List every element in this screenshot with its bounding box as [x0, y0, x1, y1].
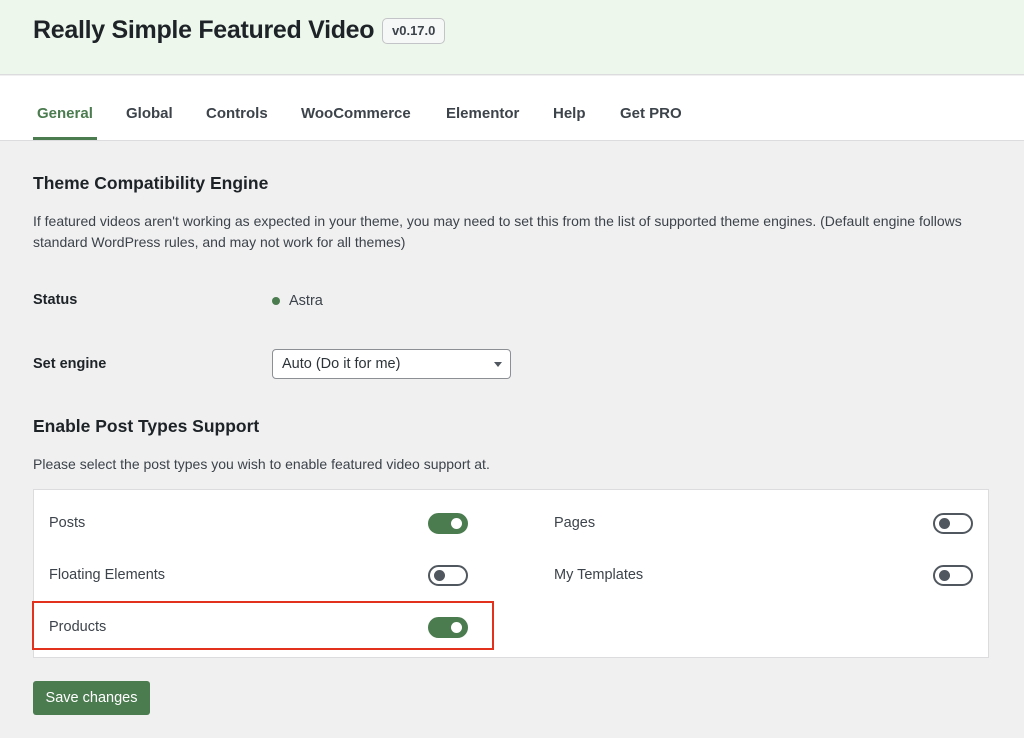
post-types-heading: Enable Post Types Support	[33, 416, 260, 436]
theme-engine-description: If featured videos aren't working as exp…	[33, 213, 962, 250]
tab-controls[interactable]: Controls	[206, 76, 268, 140]
status-label: Status	[33, 292, 78, 308]
tab-get-pro[interactable]: Get PRO	[620, 76, 682, 140]
post-type-label-floating-elements: Floating Elements	[49, 567, 166, 583]
tab-elementor[interactable]: Elementor	[446, 76, 519, 140]
post-type-label-my-templates: My Templates	[554, 567, 644, 583]
toggle-posts[interactable]	[428, 513, 468, 534]
post-type-label-posts: Posts	[49, 515, 86, 531]
engine-select[interactable]: Auto (Do it for me)	[272, 349, 511, 379]
toggle-knob	[434, 570, 445, 581]
page-header: Really Simple Featured Video v0.17.0	[0, 0, 1024, 75]
version-badge: v0.17.0	[382, 18, 446, 44]
toggle-floating-elements[interactable]	[428, 565, 468, 586]
engine-select-value: Auto (Do it for me)	[282, 356, 401, 372]
toggle-products[interactable]	[428, 617, 468, 638]
page-title: Really Simple Featured Video	[33, 16, 375, 44]
toggle-pages[interactable]	[933, 513, 973, 534]
chevron-down-icon	[494, 362, 502, 367]
tab-bar: General Global Controls WooCommerce Elem…	[0, 76, 1024, 141]
toggle-my-templates[interactable]	[933, 565, 973, 586]
tab-global[interactable]: Global	[126, 76, 173, 140]
status-dot-icon	[272, 297, 280, 305]
save-changes-button[interactable]: Save changes	[33, 681, 150, 715]
toggle-knob	[939, 518, 950, 529]
set-engine-label: Set engine	[33, 356, 107, 372]
toggle-knob	[451, 518, 462, 529]
post-type-label-pages: Pages	[554, 515, 596, 531]
status-value: Astra	[272, 293, 323, 309]
toggle-knob	[939, 570, 950, 581]
status-text: Astra	[289, 293, 323, 309]
tab-help[interactable]: Help	[553, 76, 586, 140]
post-types-description: Please select the post types you wish to…	[33, 456, 490, 472]
post-types-panel: Posts Pages Floating Elements My Templat…	[33, 489, 989, 658]
post-type-label-products: Products	[49, 619, 107, 635]
tab-woocommerce[interactable]: WooCommerce	[301, 76, 411, 140]
toggle-knob	[451, 622, 462, 633]
tab-general[interactable]: General	[33, 76, 97, 140]
theme-engine-heading: Theme Compatibility Engine	[33, 173, 269, 193]
